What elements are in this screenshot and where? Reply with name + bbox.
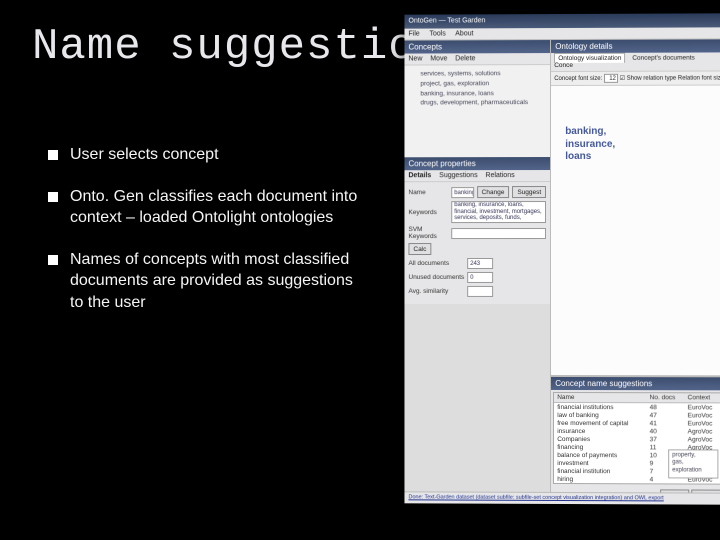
props-title: Concept properties [404, 157, 550, 170]
keywords-label: Keywords [408, 209, 448, 216]
calc-button[interactable]: Calc [408, 243, 431, 255]
concepts-title: Concepts [404, 40, 550, 54]
bullet-item: User selects concept [48, 144, 368, 166]
mini-concept-box: property, gas, exploration [668, 449, 718, 479]
alldocs-label: All documents [408, 260, 464, 267]
tab-documents[interactable]: Concept's documents [632, 55, 695, 62]
ontology-tabs[interactable]: Ontology visualization Concept's documen… [551, 52, 720, 72]
concepts-toolbar: New Move Delete [404, 53, 550, 65]
tree-item[interactable]: project, gas, exploration [410, 79, 544, 89]
bullet-item: Onto. Gen classifies each document into … [48, 186, 368, 229]
name-input[interactable]: banking, insurance, loans [451, 187, 473, 198]
unused-value: 0 [467, 272, 493, 283]
name-label: Name [408, 189, 448, 196]
tab-details[interactable]: Details [408, 172, 431, 179]
bullet-marker-icon [48, 255, 58, 265]
col-name[interactable]: Name [554, 393, 646, 403]
ontology-title: Ontology details [551, 39, 720, 53]
svm-label: SVM Keywords [408, 226, 448, 240]
keywords-input[interactable]: banking, insurance, loans, financial, in… [451, 201, 546, 223]
suggestions-panel: Concept name suggestions Name No. docs C… [551, 376, 720, 505]
tab-relations[interactable]: Relations [486, 172, 515, 179]
menu-file[interactable]: File [408, 31, 419, 38]
props-form: Name banking, insurance, loans Change Su… [404, 182, 550, 304]
col-context[interactable]: Context [685, 393, 720, 403]
show-relation-checkbox[interactable]: ☑ [620, 76, 625, 82]
new-button[interactable]: New [408, 56, 422, 63]
bullet-item: Names of concepts with most classified d… [48, 249, 368, 314]
tree-item[interactable]: banking, insurance, loans [410, 89, 544, 99]
bullet-text: User selects concept [70, 144, 368, 166]
selected-concept-label: banking, insurance, loans [565, 126, 615, 164]
ontology-pane: Ontology details Ontology visualization … [551, 39, 720, 504]
visualization-canvas[interactable]: banking, insurance, loans [551, 86, 720, 377]
font-size-input[interactable]: 12 [604, 74, 618, 83]
bullet-marker-icon [48, 150, 58, 160]
font-size-label: Concept font size: [554, 76, 602, 82]
tab-suggestions[interactable]: Suggestions [439, 172, 477, 179]
suggest-button[interactable]: Suggest [512, 186, 546, 198]
table-row[interactable]: financial institutions48EuroVoc [554, 402, 720, 411]
menu-tools[interactable]: Tools [429, 30, 445, 37]
col-docs[interactable]: No. docs [647, 393, 685, 403]
similarity-label: Avg. similarity [408, 288, 464, 295]
concept-tree[interactable]: services, systems, solutions project, ga… [404, 65, 550, 157]
delete-button[interactable]: Delete [455, 55, 475, 62]
show-relation-label: Show relation type [627, 76, 677, 82]
change-button[interactable]: Change [477, 186, 510, 198]
bullet-list: User selects concept Onto. Gen classifie… [48, 144, 368, 334]
svm-input[interactable] [451, 228, 546, 239]
bullet-text: Names of concepts with most classified d… [70, 249, 368, 314]
tree-item[interactable]: services, systems, solutions [410, 69, 544, 79]
relation-font-label: Relation font siz [678, 75, 720, 81]
app-window: OntoGen — Test Garden File Tools About C… [404, 13, 720, 504]
suggestions-title: Concept name suggestions [551, 377, 720, 390]
table-row[interactable]: Companies37AgroVoc [554, 435, 720, 444]
table-row[interactable]: law of banking47EuroVoc [554, 411, 720, 419]
table-row[interactable]: free movement of capital41EuroVoc [554, 419, 720, 427]
bullet-text: Onto. Gen classifies each document into … [70, 186, 368, 229]
bullet-marker-icon [48, 192, 58, 202]
props-tabs[interactable]: Details Suggestions Relations [404, 170, 550, 182]
tab-concepts[interactable]: Conce [554, 62, 573, 69]
tree-item[interactable]: drugs, development, pharmaceuticals [410, 98, 544, 108]
concepts-pane: Concepts New Move Delete services, syste… [404, 40, 551, 504]
menu-about[interactable]: About [455, 30, 473, 37]
unused-label: Unused documents [408, 274, 464, 281]
move-button[interactable]: Move [430, 55, 447, 62]
similarity-value [467, 286, 493, 297]
alldocs-value: 243 [467, 258, 493, 269]
viz-options: Concept font size: 12 ☑ Show relation ty… [551, 71, 720, 86]
status-bar: Done: Text-Garden dataset (dataset subfi… [404, 491, 720, 504]
table-row[interactable]: insurance40AgroVoc [554, 427, 720, 436]
window-titlebar: OntoGen — Test Garden [404, 13, 720, 28]
